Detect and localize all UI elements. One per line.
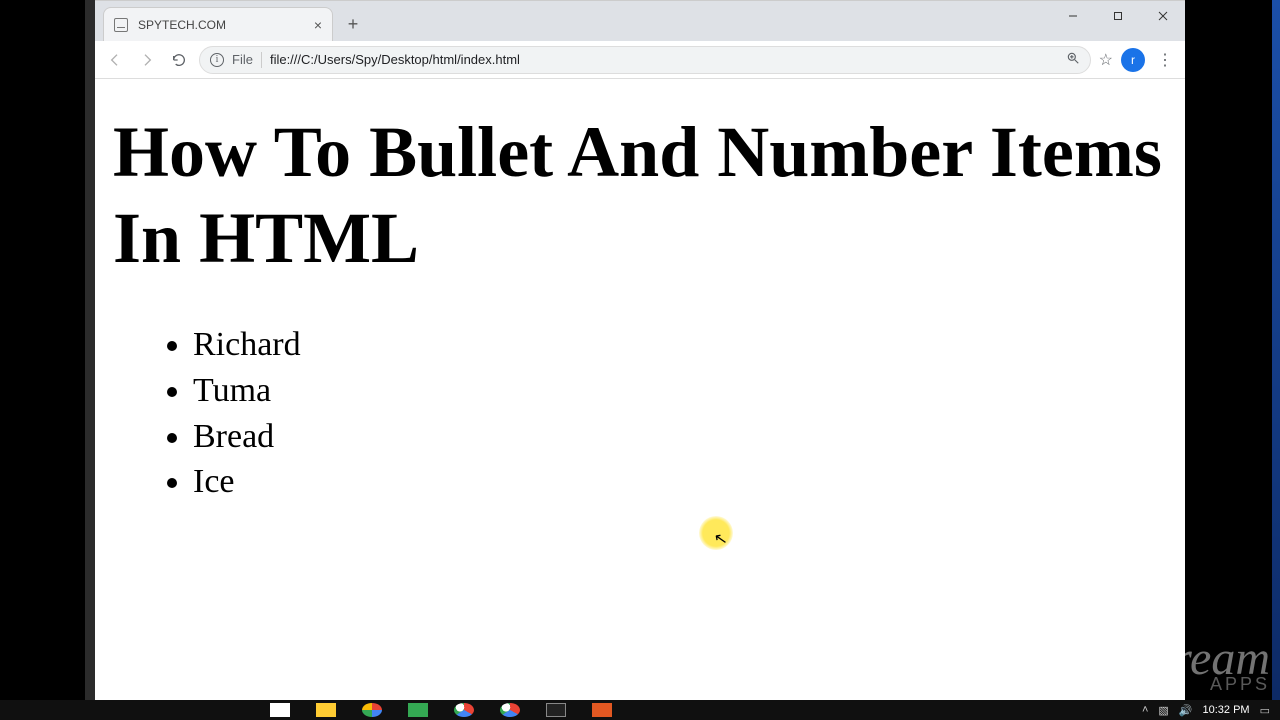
profile-avatar[interactable]: r — [1121, 48, 1145, 72]
tab-close-icon[interactable]: × — [314, 17, 322, 33]
bullet-list: Richard Tuma Bread Ice — [193, 322, 1167, 506]
bookmark-star-icon[interactable]: ☆ — [1099, 50, 1113, 70]
omnibox-divider — [261, 52, 262, 68]
zoom-icon[interactable] — [1066, 51, 1080, 68]
window-controls — [1050, 1, 1185, 31]
list-item: Richard — [193, 322, 1167, 368]
site-info-icon[interactable]: i — [210, 53, 224, 67]
editor-icon[interactable] — [546, 703, 566, 717]
app-icon-2[interactable] — [592, 703, 612, 717]
tab-title: SPYTECH.COM — [138, 18, 226, 32]
system-tray[interactable]: ˄ ▧ 🔊 10:32 PM ▭ — [1142, 704, 1280, 717]
browser-tab[interactable]: SPYTECH.COM × — [103, 7, 333, 41]
tray-volume-icon[interactable]: 🔊 — [1179, 704, 1193, 717]
toolbar: i File file:///C:/Users/Spy/Desktop/html… — [95, 41, 1185, 79]
page-favicon-icon — [114, 18, 128, 32]
window-maximize-button[interactable] — [1095, 1, 1140, 31]
page-content: How To Bullet And Number Items In HTML R… — [95, 79, 1185, 700]
avatar-initial: r — [1131, 53, 1135, 67]
nav-reload-button[interactable] — [167, 48, 191, 72]
address-bar[interactable]: i File file:///C:/Users/Spy/Desktop/html… — [199, 46, 1091, 74]
nav-back-button[interactable] — [103, 48, 127, 72]
taskbar-clock[interactable]: 10:32 PM — [1203, 704, 1250, 716]
chrome-menu-button[interactable]: ⋮ — [1153, 50, 1177, 70]
desktop-edge-right — [1272, 0, 1280, 700]
browser-window: SPYTECH.COM × + i File — [95, 0, 1185, 700]
window-minimize-button[interactable] — [1050, 1, 1095, 31]
page-heading: How To Bullet And Number Items In HTML — [113, 109, 1167, 282]
file-explorer-icon[interactable] — [316, 703, 336, 717]
desktop-edge-left — [85, 0, 95, 700]
tab-strip: SPYTECH.COM × + — [95, 1, 1185, 41]
url-text: file:///C:/Users/Spy/Desktop/html/index.… — [270, 52, 520, 67]
nav-forward-button[interactable] — [135, 48, 159, 72]
taskbar: ˄ ▧ 🔊 10:32 PM ▭ — [0, 700, 1280, 720]
app-icon[interactable] — [408, 703, 428, 717]
url-scheme-label: File — [232, 52, 253, 67]
taskbar-pinned — [270, 703, 612, 717]
list-item: Bread — [193, 414, 1167, 460]
chrome-canary-icon[interactable] — [362, 703, 382, 717]
new-tab-button[interactable]: + — [339, 10, 367, 38]
tray-chevron-icon[interactable]: ˄ — [1142, 704, 1148, 716]
window-close-button[interactable] — [1140, 1, 1185, 31]
chrome-icon-2[interactable] — [500, 703, 520, 717]
list-item: Ice — [193, 459, 1167, 505]
tray-network-icon[interactable]: ▧ — [1158, 704, 1168, 717]
tray-notifications-icon[interactable]: ▭ — [1260, 704, 1270, 717]
chrome-icon[interactable] — [454, 703, 474, 717]
taskview-icon[interactable] — [270, 703, 290, 717]
list-item: Tuma — [193, 368, 1167, 414]
